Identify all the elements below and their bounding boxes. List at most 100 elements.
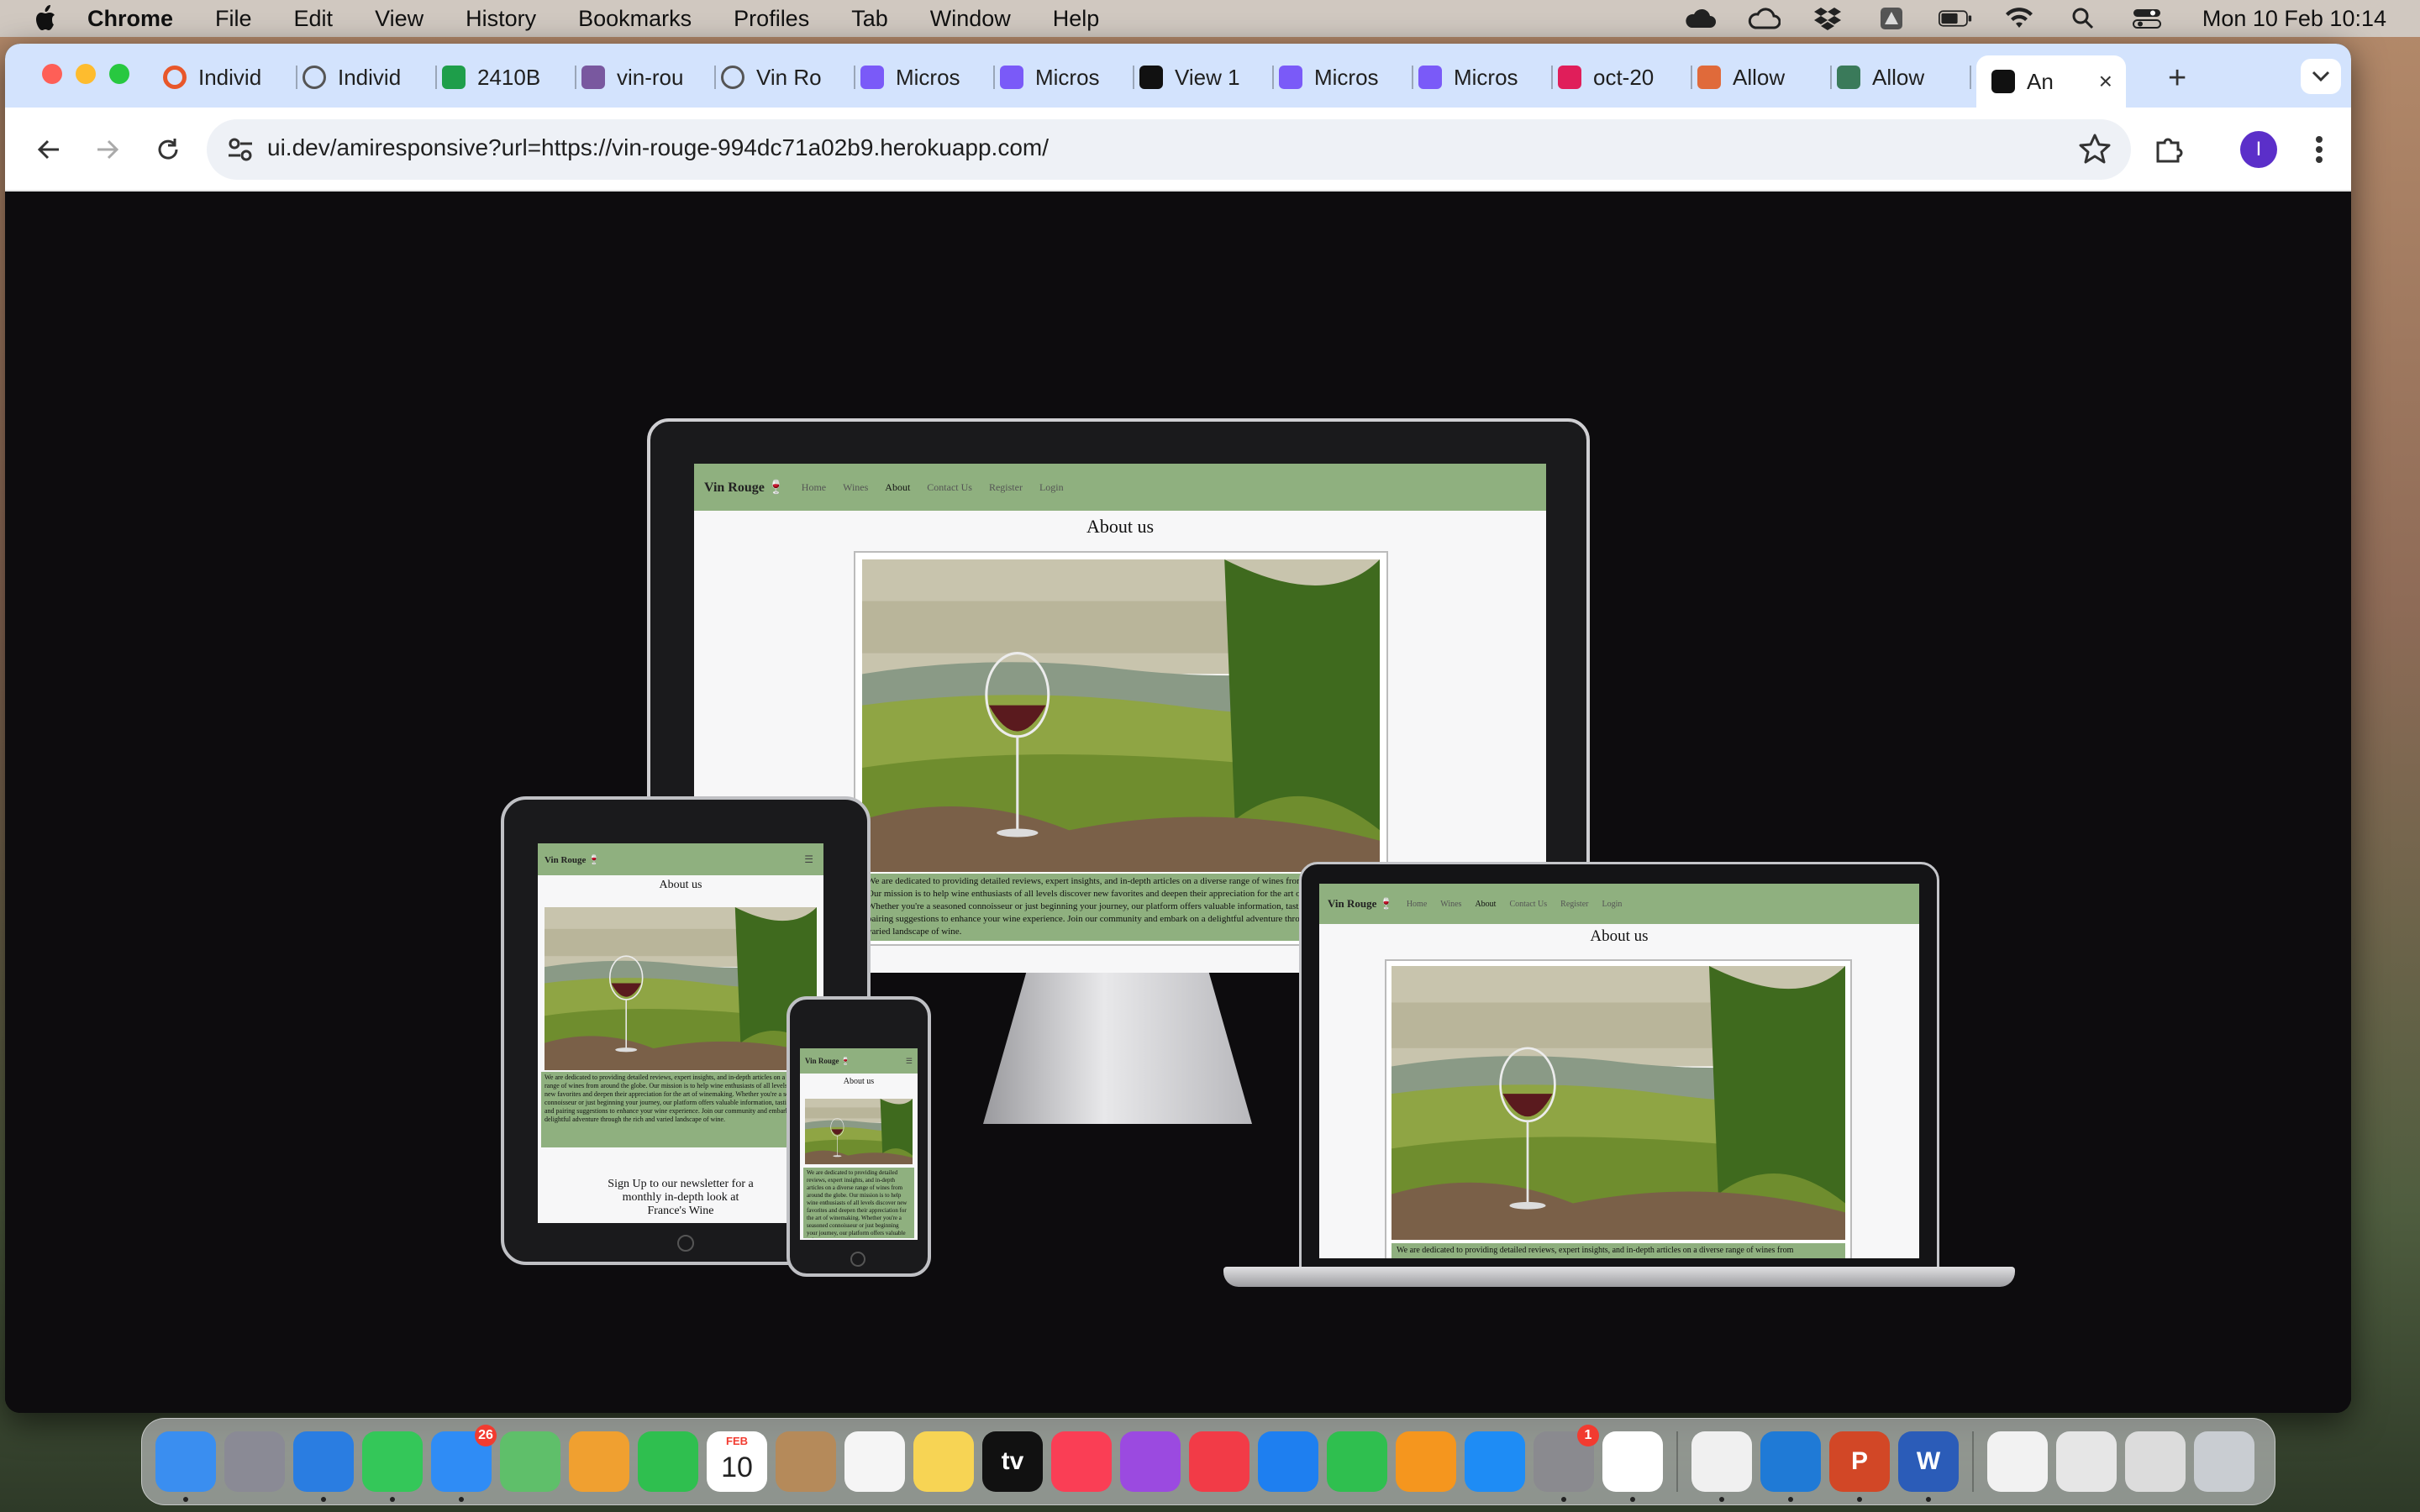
icloud-icon[interactable] bbox=[1683, 6, 1717, 31]
laptop-nav-home[interactable]: Home bbox=[1407, 900, 1427, 909]
tab-title: Micros bbox=[1314, 64, 1379, 90]
maps-icon[interactable] bbox=[500, 1431, 560, 1492]
drive-icon[interactable] bbox=[1875, 6, 1908, 31]
appletv-icon[interactable]: tv bbox=[982, 1431, 1043, 1492]
tab-7[interactable]: View 1 bbox=[1139, 55, 1274, 99]
word-icon[interactable]: W bbox=[1898, 1431, 1959, 1502]
battery-icon[interactable] bbox=[1938, 6, 1972, 31]
laptop-nav-contact[interactable]: Contact Us bbox=[1509, 900, 1547, 909]
desktop-site-brand[interactable]: Vin Rouge 🍷 bbox=[704, 479, 785, 496]
vscode-icon[interactable] bbox=[1760, 1431, 1821, 1502]
numbers-icon[interactable] bbox=[1327, 1431, 1387, 1492]
podcasts-icon[interactable] bbox=[1120, 1431, 1181, 1492]
menu-bookmarks[interactable]: Bookmarks bbox=[578, 6, 692, 32]
tab-12[interactable]: Allow bbox=[1837, 55, 1971, 99]
desktop-nav-about[interactable]: About bbox=[885, 481, 910, 494]
reload-button[interactable] bbox=[148, 129, 188, 170]
chrome-menu-button[interactable] bbox=[2299, 129, 2339, 170]
desktop-nav-wines[interactable]: Wines bbox=[843, 481, 868, 494]
recent-doc-3-icon[interactable] bbox=[2125, 1431, 2186, 1492]
system-settings-icon[interactable]: 1 bbox=[1534, 1425, 1599, 1502]
laptop-nav-about[interactable]: About bbox=[1475, 900, 1496, 909]
menu-app-name[interactable]: Chrome bbox=[87, 6, 173, 32]
trash-icon[interactable] bbox=[2194, 1431, 2254, 1492]
tab-8[interactable]: Micros bbox=[1279, 55, 1413, 99]
recent-doc-1-icon[interactable] bbox=[1987, 1431, 2048, 1492]
wifi-icon[interactable] bbox=[2002, 6, 2036, 31]
contacts-icon[interactable] bbox=[776, 1431, 836, 1492]
tab-search-button[interactable] bbox=[2301, 59, 2341, 94]
extensions-button[interactable] bbox=[2148, 129, 2188, 170]
desktop-nav-home[interactable]: Home bbox=[802, 481, 826, 494]
safari-icon[interactable] bbox=[293, 1431, 354, 1502]
laptop-nav-wines[interactable]: Wines bbox=[1440, 900, 1461, 909]
finder-icon[interactable] bbox=[155, 1431, 216, 1502]
apple-logo-icon[interactable] bbox=[32, 4, 57, 33]
tab-9[interactable]: Micros bbox=[1418, 55, 1553, 99]
menu-file[interactable]: File bbox=[215, 6, 252, 32]
menu-profiles[interactable]: Profiles bbox=[734, 6, 809, 32]
close-window-button[interactable] bbox=[42, 64, 62, 84]
menu-clock[interactable]: Mon 10 Feb 10:14 bbox=[2202, 6, 2386, 32]
keynote-icon[interactable] bbox=[1258, 1431, 1318, 1492]
powerpoint-icon[interactable]: P bbox=[1829, 1431, 1890, 1502]
url-text[interactable]: ui.dev/amiresponsive?url=https://vin-rou… bbox=[267, 134, 1049, 161]
tab-2[interactable]: 2410B bbox=[442, 55, 576, 99]
chrome-icon[interactable] bbox=[1602, 1431, 1663, 1502]
laptop-site-brand[interactable]: Vin Rouge 🍷 bbox=[1328, 897, 1393, 911]
phone-site-brand[interactable]: Vin Rouge 🍷 bbox=[805, 1057, 850, 1066]
spotlight-icon[interactable] bbox=[2066, 6, 2100, 31]
tab-4[interactable]: Vin Ro bbox=[721, 55, 855, 99]
laptop-nav-login[interactable]: Login bbox=[1602, 900, 1622, 909]
desktop-nav-register[interactable]: Register bbox=[989, 481, 1023, 494]
music-icon[interactable] bbox=[1051, 1431, 1112, 1492]
appstore-icon[interactable] bbox=[1465, 1431, 1525, 1492]
desktop-nav-login[interactable]: Login bbox=[1039, 481, 1064, 494]
tab-11[interactable]: Allow bbox=[1697, 55, 1832, 99]
menu-tab[interactable]: Tab bbox=[851, 6, 888, 32]
menu-window[interactable]: Window bbox=[930, 6, 1011, 32]
dropbox-icon[interactable] bbox=[1811, 6, 1844, 31]
menu-history[interactable]: History bbox=[466, 6, 536, 32]
site-settings-icon[interactable] bbox=[225, 134, 255, 165]
tab-5[interactable]: Micros bbox=[860, 55, 995, 99]
menu-view[interactable]: View bbox=[375, 6, 424, 32]
minimize-window-button[interactable] bbox=[76, 64, 96, 84]
close-tab-icon[interactable]: × bbox=[2099, 68, 2112, 95]
launchpad-icon[interactable] bbox=[224, 1431, 285, 1492]
menu-help[interactable]: Help bbox=[1053, 6, 1100, 32]
face-app-icon[interactable] bbox=[1691, 1431, 1752, 1502]
reminders-icon[interactable] bbox=[844, 1431, 905, 1492]
cloud-icon[interactable] bbox=[1747, 6, 1781, 31]
new-tab-button[interactable]: + bbox=[2168, 62, 2186, 94]
news-icon[interactable] bbox=[1189, 1431, 1249, 1492]
tablet-site-brand[interactable]: Vin Rouge 🍷 bbox=[544, 854, 600, 865]
control-center-icon[interactable] bbox=[2130, 6, 2164, 31]
tab-3[interactable]: vin-rou bbox=[581, 55, 716, 99]
tab-10[interactable]: oct-20 bbox=[1558, 55, 1692, 99]
back-button[interactable] bbox=[29, 129, 69, 170]
hamburger-icon[interactable]: ☰ bbox=[804, 853, 813, 866]
page-viewport[interactable]: Vin Rouge 🍷 Home Wines About Contact Us … bbox=[5, 192, 2351, 1413]
address-bar[interactable]: ui.dev/amiresponsive?url=https://vin-rou… bbox=[207, 119, 2131, 180]
calendar-icon[interactable]: 10 FEB bbox=[707, 1431, 767, 1492]
hamburger-icon[interactable]: ☰ bbox=[906, 1057, 913, 1066]
messages-icon[interactable] bbox=[362, 1431, 423, 1502]
tab-1[interactable]: Individ bbox=[302, 55, 437, 99]
profile-avatar[interactable]: I bbox=[2240, 131, 2277, 168]
notes-icon[interactable] bbox=[913, 1431, 974, 1492]
menu-edit[interactable]: Edit bbox=[294, 6, 334, 32]
tab-0[interactable]: Individ bbox=[163, 55, 297, 99]
desktop-nav-contact[interactable]: Contact Us bbox=[927, 481, 972, 494]
pages-icon[interactable] bbox=[1396, 1431, 1456, 1492]
photos-icon[interactable] bbox=[569, 1431, 629, 1492]
mail-icon[interactable]: 26 bbox=[431, 1425, 497, 1502]
tab-13[interactable]: An × bbox=[1976, 55, 2126, 108]
forward-button[interactable] bbox=[87, 129, 128, 170]
tab-6[interactable]: Micros bbox=[1000, 55, 1134, 99]
bookmark-star-icon[interactable] bbox=[2079, 133, 2111, 165]
laptop-nav-register[interactable]: Register bbox=[1560, 900, 1588, 909]
facetime-icon[interactable] bbox=[638, 1431, 698, 1492]
recent-doc-2-icon[interactable] bbox=[2056, 1431, 2117, 1492]
zoom-window-button[interactable] bbox=[109, 64, 129, 84]
